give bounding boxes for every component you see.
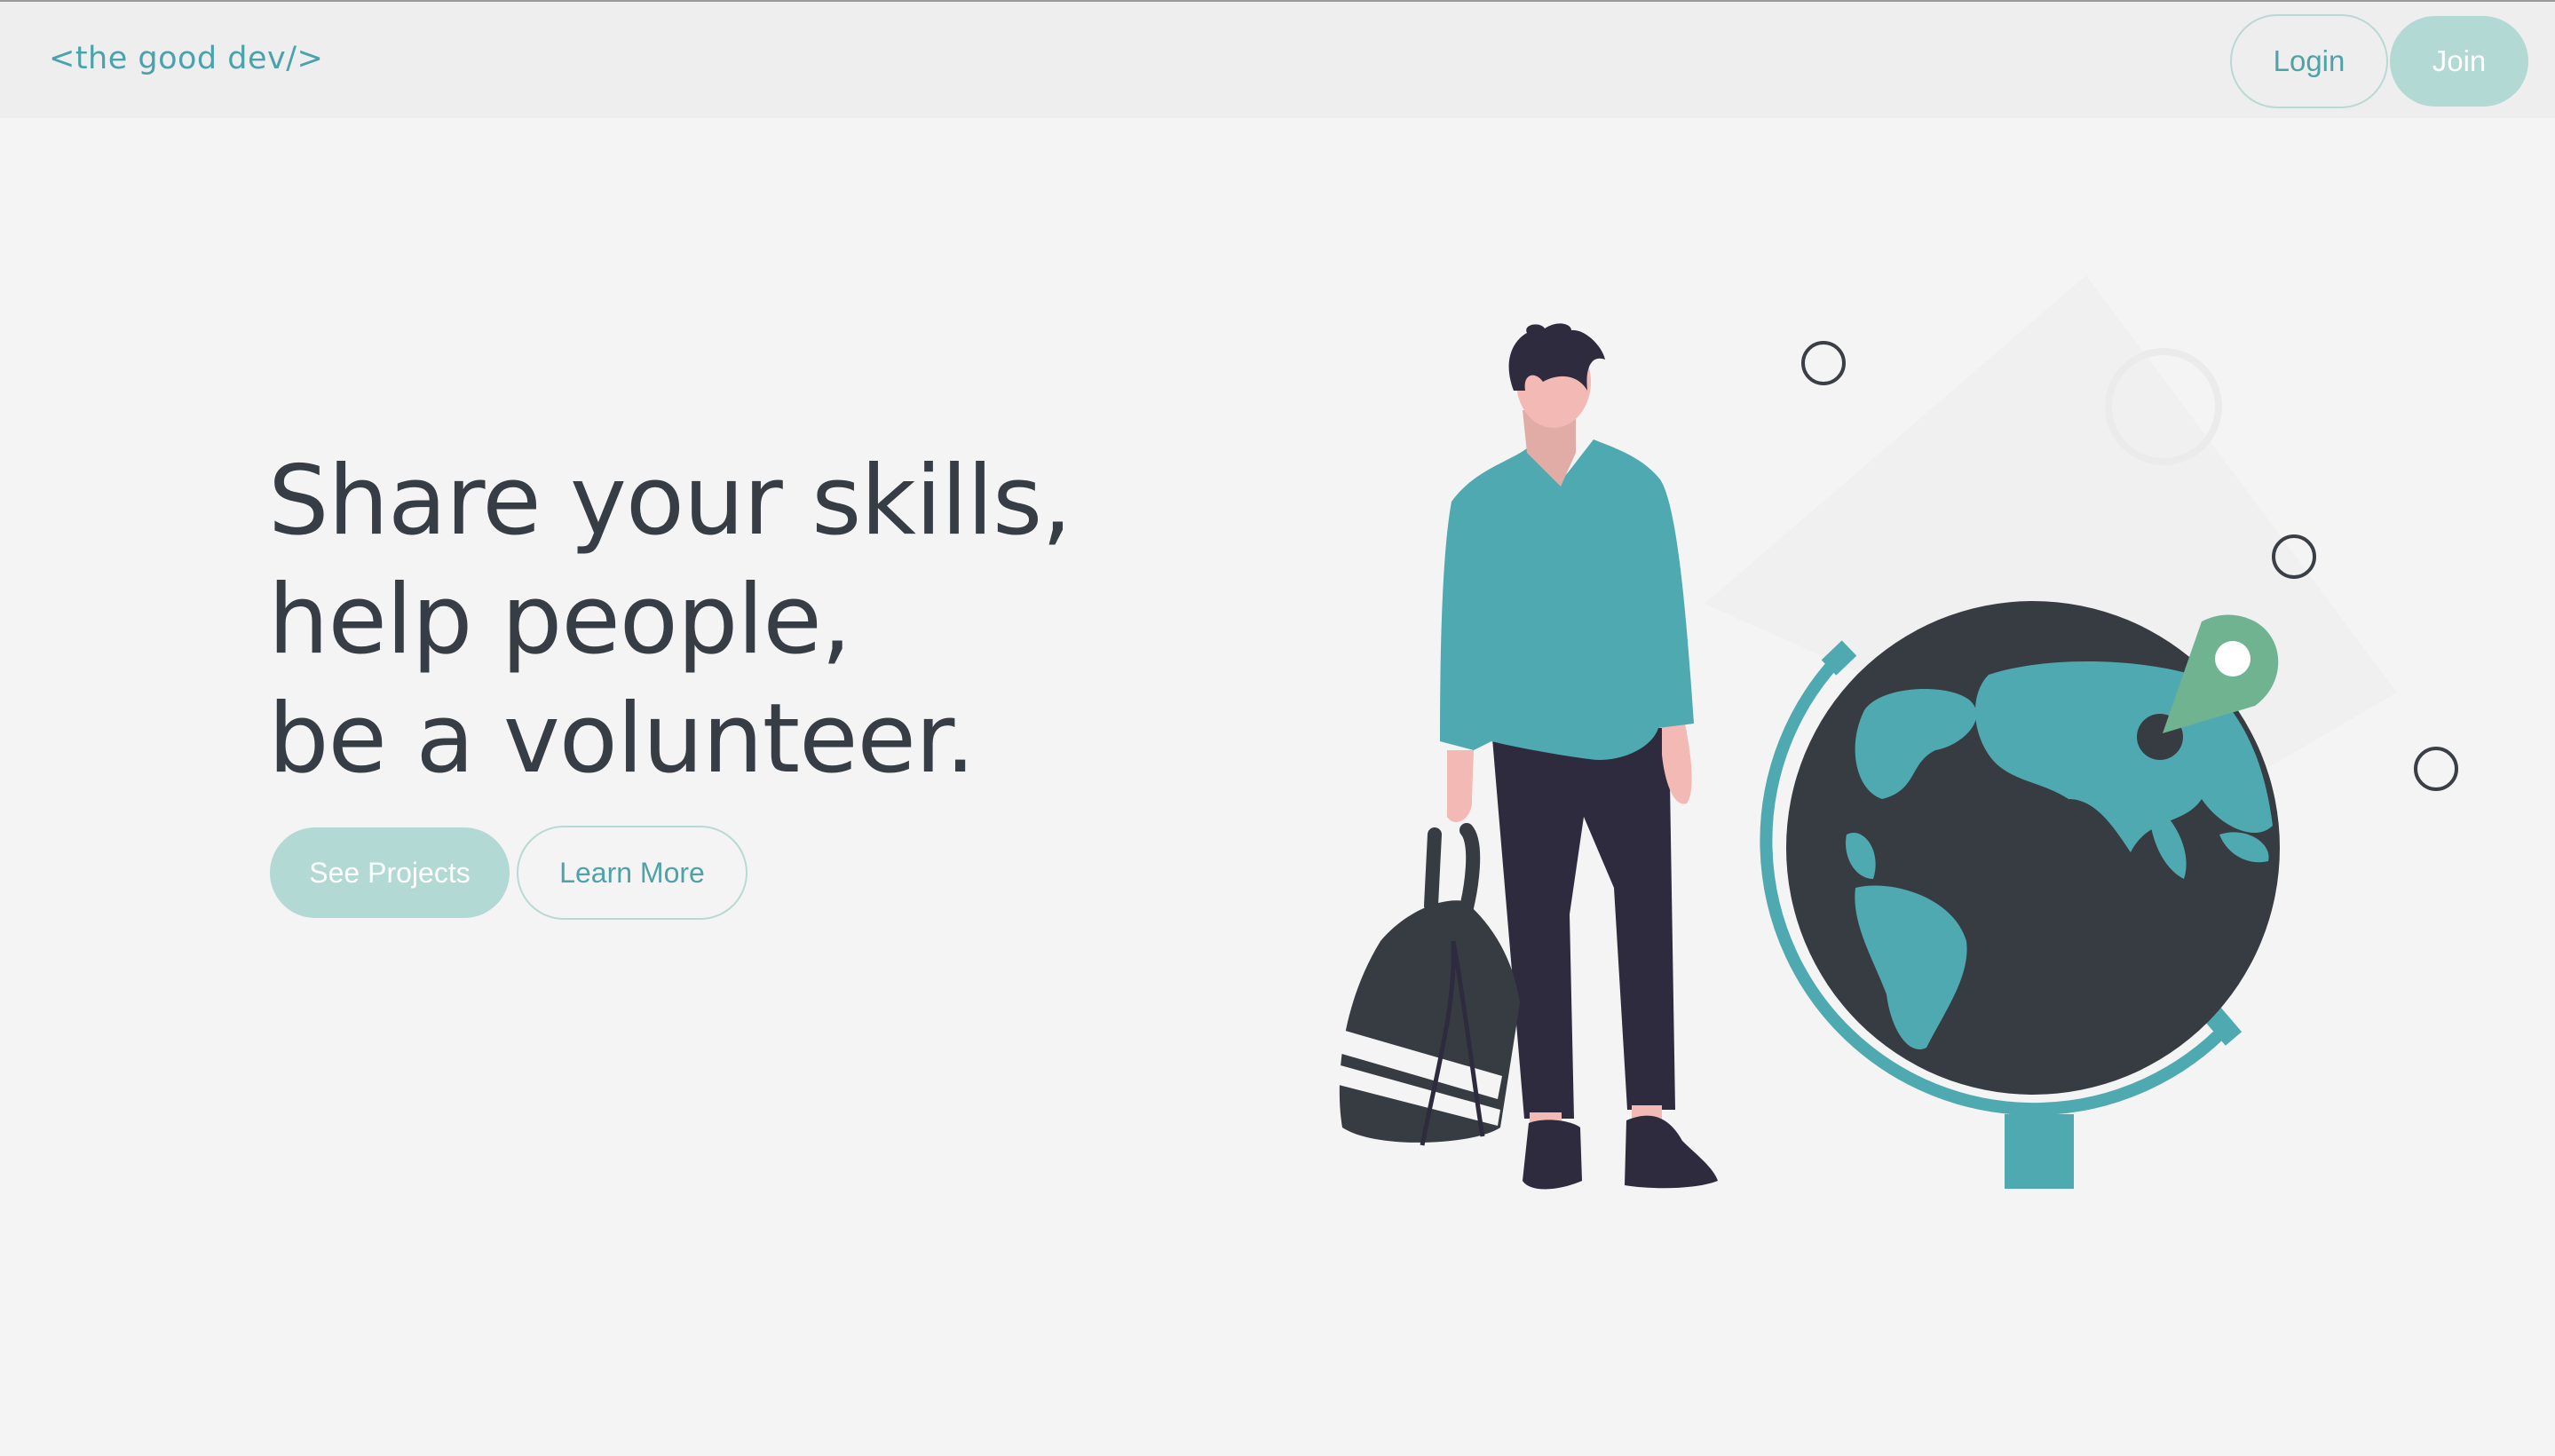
see-projects-button[interactable]: See Projects <box>270 827 510 918</box>
backpack-icon <box>1339 823 1520 1146</box>
hero-illustration <box>1339 275 2458 1190</box>
site-logo[interactable]: <the good dev/> <box>49 41 323 76</box>
hero-title: Share your skills, help people, be a vol… <box>268 442 1072 799</box>
login-button[interactable]: Login <box>2230 14 2388 108</box>
site-header: <the good dev/> Login Join <box>0 2 2555 118</box>
join-button[interactable]: Join <box>2390 16 2528 107</box>
hero-title-line-2: help people, <box>268 565 851 676</box>
learn-more-button[interactable]: Learn More <box>517 826 748 920</box>
decor-circle-icon <box>1801 341 1846 385</box>
hero-title-line-3: be a volunteer. <box>268 684 976 795</box>
decor-circle-icon <box>2414 747 2458 791</box>
hero-title-line-1: Share your skills, <box>268 446 1072 557</box>
